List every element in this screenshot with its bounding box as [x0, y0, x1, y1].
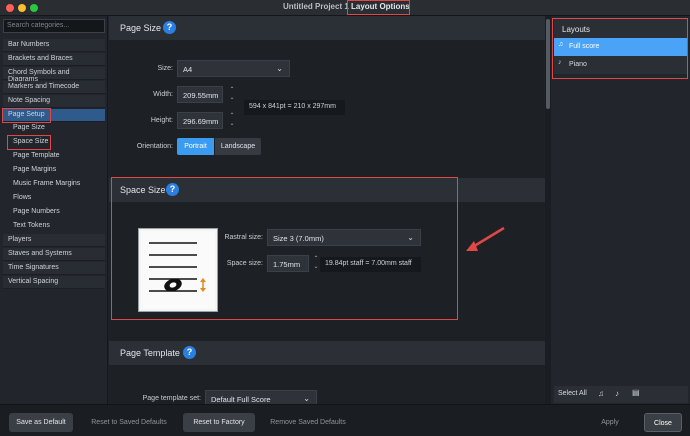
close-button[interactable]: Close	[644, 413, 682, 432]
size-select[interactable]: A4 ⌄	[177, 60, 290, 77]
page-size-title: Page Size	[120, 23, 162, 33]
category-players[interactable]: Players	[3, 234, 105, 247]
width-label: Width:	[153, 91, 173, 98]
layouts-highlight	[552, 18, 688, 79]
remove-saved-defaults-button[interactable]: Remove Saved Defaults	[263, 413, 353, 432]
page-size-header: Page Size ?	[109, 16, 545, 40]
category-flows[interactable]: Flows	[3, 192, 105, 205]
page-template-set-value: Default Full Score	[211, 395, 271, 404]
minimize-window-icon[interactable]	[18, 4, 26, 12]
category-page-margins[interactable]: Page Margins	[3, 164, 105, 177]
width-stepper[interactable]: ⌃ ⌄	[228, 86, 236, 103]
category-text-tokens[interactable]: Text Tokens	[3, 220, 105, 233]
category-brackets-braces[interactable]: Brackets and Braces	[3, 53, 105, 66]
page-template-header: Page Template ?	[109, 341, 545, 365]
category-chord-symbols[interactable]: Chord Symbols and Diagrams	[3, 67, 105, 83]
options-panel: Page Size ? Size: A4 ⌄ Width: 209.55mm ⌃…	[109, 16, 545, 404]
category-time-signatures[interactable]: Time Signatures	[3, 262, 105, 275]
category-bar-numbers[interactable]: Bar Numbers	[3, 39, 105, 52]
window-title: Untitled Project 1	[283, 2, 349, 11]
category-music-frame-margins[interactable]: Music Frame Margins	[3, 178, 105, 191]
category-markers-timecode[interactable]: Markers and Timecode	[3, 81, 105, 94]
reset-saved-defaults-button[interactable]: Reset to Saved Defaults	[84, 413, 174, 432]
category-sidebar: Search categories... Bar Numbers Bracket…	[0, 16, 108, 404]
window-titlebar: Untitled Project 1 Layout Options	[0, 0, 690, 16]
dialog-footer: Save as Default Reset to Saved Defaults …	[0, 404, 690, 436]
dialog-title-highlight	[347, 0, 410, 15]
reset-to-factory-button[interactable]: Reset to Factory	[183, 413, 255, 432]
category-page-size[interactable]: Page Size	[3, 122, 105, 135]
chevron-down-icon: ⌄	[276, 64, 283, 73]
close-window-icon[interactable]	[6, 4, 14, 12]
scrollbar-thumb[interactable]	[546, 19, 550, 109]
category-page-template[interactable]: Page Template	[3, 150, 105, 163]
portrait-button[interactable]: Portrait	[177, 138, 214, 155]
orientation-label: Orientation:	[136, 143, 173, 150]
page-template-set-label: Page template set:	[142, 395, 201, 402]
part-icon[interactable]: ♪	[615, 389, 619, 398]
help-icon[interactable]: ?	[183, 346, 196, 359]
height-stepper[interactable]: ⌃ ⌄	[228, 112, 236, 129]
page-template-set-select[interactable]: Default Full Score ⌄	[205, 390, 317, 404]
category-search-input[interactable]: Search categories...	[3, 19, 105, 33]
help-icon[interactable]: ?	[163, 21, 176, 34]
chevron-down-icon: ⌄	[303, 394, 310, 403]
space-size-highlight	[111, 177, 458, 320]
full-score-icon[interactable]: ♫	[598, 389, 604, 398]
category-note-spacing[interactable]: Note Spacing	[3, 95, 105, 108]
page-template-title: Page Template	[120, 348, 180, 358]
page-dimensions-info: 594 x 841pt = 210 x 297mm	[244, 100, 345, 115]
height-label: Height:	[150, 117, 173, 124]
layouts-toolbar: Select All ♫ ♪ ▤	[554, 386, 688, 403]
save-as-default-button[interactable]: Save as Default	[9, 413, 73, 432]
height-input[interactable]: 296.69mm	[177, 112, 223, 129]
apply-button[interactable]: Apply	[594, 413, 626, 432]
landscape-button[interactable]: Landscape	[215, 138, 261, 155]
width-input[interactable]: 209.55mm	[177, 86, 223, 103]
document-icon[interactable]: ▤	[632, 388, 640, 397]
category-vertical-spacing[interactable]: Vertical Spacing	[3, 276, 105, 289]
size-label: Size:	[157, 65, 173, 72]
select-all-button[interactable]: Select All	[558, 390, 587, 397]
category-staves-systems[interactable]: Staves and Systems	[3, 248, 105, 261]
category-page-numbers[interactable]: Page Numbers	[3, 206, 105, 219]
layouts-panel: Layouts ♫ Full score ♪ Piano Select All …	[551, 16, 690, 404]
zoom-window-icon[interactable]	[30, 4, 38, 12]
page-setup-highlight	[2, 108, 51, 123]
arrow-icon	[466, 226, 505, 251]
space-size-highlight	[7, 135, 51, 150]
size-value: A4	[183, 65, 193, 74]
